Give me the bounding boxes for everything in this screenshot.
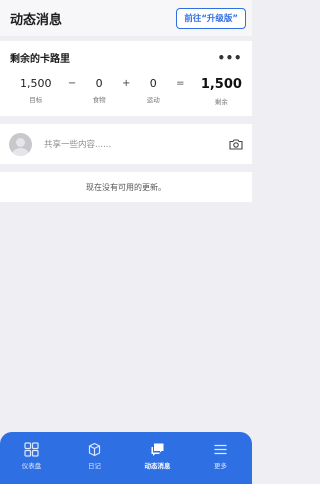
tab-newsfeed[interactable]: 动态消息 [132,442,184,470]
page-title: 动态消息 [10,12,63,28]
exercise-label: 运动 [146,96,160,104]
status-composer[interactable]: 共享一些内容...... [0,124,252,164]
exercise-value: 0 [149,77,157,90]
tab-label: 仪表盘 [21,462,42,470]
goal-value: 1,500 [20,77,52,90]
menu-icon [214,444,227,455]
food-label: 食物 [92,96,106,104]
tab-label: 动态消息 [144,462,171,470]
food-value: 0 [95,77,103,90]
calories-remaining-card[interactable]: 剩余的卡路里 ••• 1,500 目标 − 0 食物 + 0 运动 = 1,50… [0,41,252,116]
food-column: 0 食物 [93,77,106,104]
more-options-icon[interactable]: ••• [217,52,242,64]
calories-card-title: 剩余的卡路里 [10,54,70,65]
remaining-value: 1,500 [200,77,242,92]
avatar [9,132,32,156]
top-header: 动态消息 前往“升级版” [0,0,252,36]
bottom-tab-bar: 仪表盘 日记 动态消息 更多 [0,432,252,484]
equals-operator: = [176,78,185,89]
tab-diary[interactable]: 日记 [69,442,121,470]
tab-label: 日记 [88,462,101,470]
feed-empty-state: 现在没有可用的更新。 [0,172,252,202]
share-input[interactable]: 共享一些内容...... [44,138,229,150]
exercise-column: 0 运动 [147,77,160,104]
tab-label: 更多 [214,462,227,470]
goal-label: 目标 [29,96,43,104]
minus-operator: − [67,78,77,89]
tab-dashboard[interactable]: 仪表盘 [6,442,58,470]
camera-icon[interactable] [229,138,243,150]
diary-icon [88,442,101,457]
plus-operator: + [121,78,131,89]
tab-more[interactable]: 更多 [195,442,247,470]
remaining-label: 剩余 [214,98,228,106]
upgrade-button[interactable]: 前往“升级版” [176,7,246,29]
newsfeed-icon [151,443,164,456]
calories-equation: 1,500 目标 − 0 食物 + 0 运动 = 1,500 剩余 [0,65,252,106]
goal-column: 1,500 目标 [20,77,52,104]
dashboard-icon [24,442,39,457]
remaining-column: 1,500 剩余 [201,77,242,106]
empty-feed-message: 现在没有可用的更新。 [86,182,166,192]
